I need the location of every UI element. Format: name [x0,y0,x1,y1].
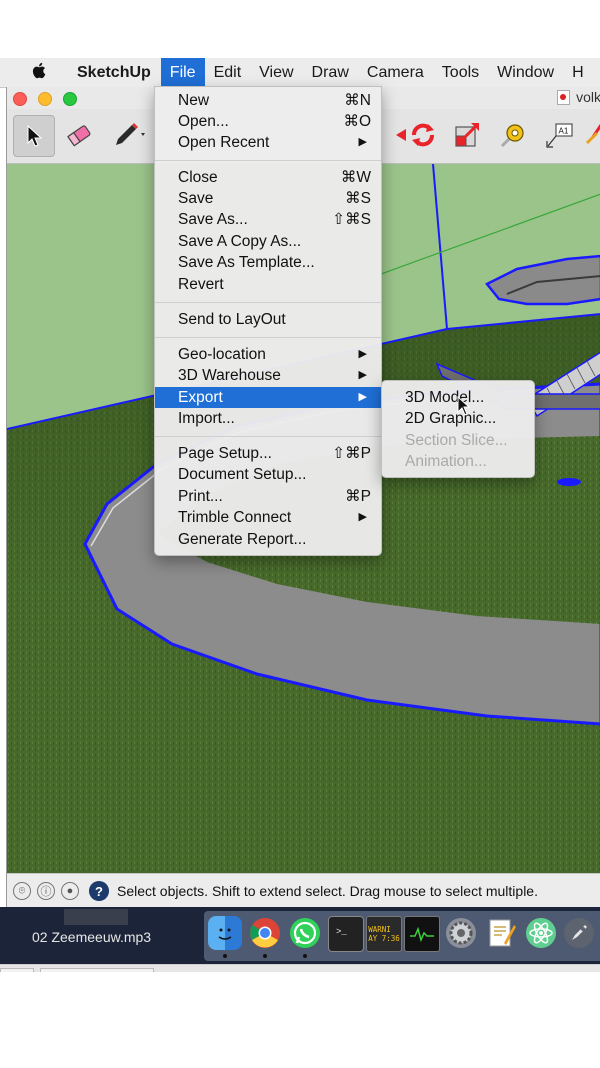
menu-item-3d-warehouse[interactable]: 3D Warehouse ▶ [155,365,381,386]
scale-icon [455,122,480,147]
menu-item-close[interactable]: Close ⌘W [155,167,381,188]
finder-running-dot [223,954,227,958]
text-label-icon: A1 [546,123,573,148]
menu-separator [155,160,381,161]
bottom-margin [0,972,600,1068]
menu-item-revert[interactable]: Revert [155,274,381,295]
menu-item-open-recent[interactable]: Open Recent ▶ [155,132,381,153]
axes-icon [585,124,600,145]
arrow-cursor-icon [27,125,42,147]
activity-monitor-icon[interactable] [404,916,440,952]
pages-icon[interactable] [484,916,518,950]
menu-tools[interactable]: Tools [433,58,488,87]
menu-item-save-as[interactable]: Save As... ⇧⌘S [155,209,381,230]
terminal-icon[interactable]: >_ [328,916,364,952]
mouse-pointer-icon [457,395,471,421]
status-bar: ⌾ ⓘ ● ? Select objects. Shift to extend … [7,873,600,908]
menu-item-new[interactable]: New ⌘N [155,90,381,111]
menu-item-page-setup[interactable]: Page Setup... ⇧⌘P [155,443,381,464]
text-tool-button[interactable]: A1 [539,115,579,155]
dock: >_ WARNI AY 7:36 [204,911,600,961]
scale-tool-button[interactable] [447,115,487,155]
rotate-icon [412,123,434,147]
menu-item-trimble-connect[interactable]: Trimble Connect ▶ [155,507,381,528]
submenu-item-2d-graphic[interactable]: 2D Graphic... [405,408,496,429]
chrome-icon[interactable] [248,916,282,950]
submenu-item-3d-model[interactable]: 3D Model... [405,387,484,408]
submenu-arrow-icon: ▶ [358,511,367,523]
menu-draw[interactable]: Draw [303,58,358,87]
submenu-item-section-slice: Section Slice... [405,432,508,449]
pencil-tool-button[interactable] [105,115,153,155]
system-preferences-icon[interactable] [444,916,478,950]
menu-separator [155,337,381,338]
menu-item-document-setup[interactable]: Document Setup... [155,464,381,485]
menu-separator [155,436,381,437]
atom-icon[interactable] [524,916,558,950]
menu-help[interactable]: H [563,58,593,87]
menu-item-save-as-template[interactable]: Save As Template... [155,252,381,273]
axes-tool-button-partial[interactable] [583,115,600,155]
status-message: Select objects. Shift to extend select. … [117,883,538,899]
svg-text:>_: >_ [336,927,347,937]
submenu-arrow-icon: ▶ [358,369,367,381]
menu-view[interactable]: View [250,58,302,87]
desktop-file-label[interactable]: 02 Zeemeeuw.mp3 [32,929,151,945]
finder-icon[interactable] [208,916,242,950]
console-icon[interactable]: WARNI AY 7:36 [366,916,402,952]
eraser-icon [67,125,91,147]
menu-item-export[interactable]: Export ▶ [155,387,381,408]
chrome-running-dot [263,954,267,958]
document-title-text: volk [576,89,600,105]
credits-status-icon[interactable]: ⓘ [37,882,55,900]
menu-item-send-to-layout[interactable]: Send to LayOut [155,309,381,330]
user-account-icon[interactable]: ● [61,882,79,900]
file-menu-dropdown: New ⌘N Open... ⌘O Open Recent ▶ Close ⌘W Sav… [154,86,382,556]
help-icon[interactable]: ? [89,881,109,901]
apple-icon[interactable] [28,62,48,84]
minimize-window-button[interactable] [38,92,52,106]
desktop-window-thumbnail [64,909,128,925]
tape-measure-tool-button[interactable] [493,115,533,155]
submenu-arrow-icon: ▶ [358,348,367,360]
menu-separator [155,302,381,303]
menu-window[interactable]: Window [488,58,563,87]
menu-item-import[interactable]: Import... [155,408,381,429]
submenu-arrow-icon: ▶ [358,391,367,403]
menu-item-geo-location[interactable]: Geo-location ▶ [155,344,381,365]
menu-bar: SketchUp File Edit View Draw Camera Tool… [0,58,600,88]
rotate-tool-button[interactable] [403,115,443,155]
menu-item-generate-report[interactable]: Generate Report... [155,529,381,550]
whatsapp-running-dot [303,954,307,958]
eraser-tool-button[interactable] [59,115,99,155]
menu-app-sketchup[interactable]: SketchUp [68,58,161,87]
export-submenu: 3D Model... 2D Graphic... Section Slice.… [381,380,535,478]
document-icon [557,89,571,105]
menu-item-open[interactable]: Open... ⌘O [155,111,381,132]
document-title: volk [557,89,600,105]
menu-item-save[interactable]: Save ⌘S [155,188,381,209]
submenu-item-animation: Animation... [405,453,487,470]
menu-file[interactable]: File [160,58,205,87]
launchpad-icon[interactable] [562,916,596,950]
menu-item-save-a-copy-as[interactable]: Save A Copy As... [155,231,381,252]
geo-location-status-icon[interactable]: ⌾ [13,882,31,900]
menu-item-print[interactable]: Print... ⌘P [155,486,381,507]
select-tool-button[interactable] [13,115,55,157]
submenu-arrow-icon: ▶ [358,136,367,148]
menu-edit[interactable]: Edit [205,58,251,87]
menu-camera[interactable]: Camera [358,58,433,87]
tape-measure-icon [500,124,524,148]
zoom-window-button[interactable] [63,92,77,106]
whatsapp-icon[interactable] [288,916,322,950]
pencil-icon [116,123,145,145]
svg-text:A1: A1 [559,127,569,136]
close-window-button[interactable] [13,92,27,106]
top-margin [0,0,600,42]
